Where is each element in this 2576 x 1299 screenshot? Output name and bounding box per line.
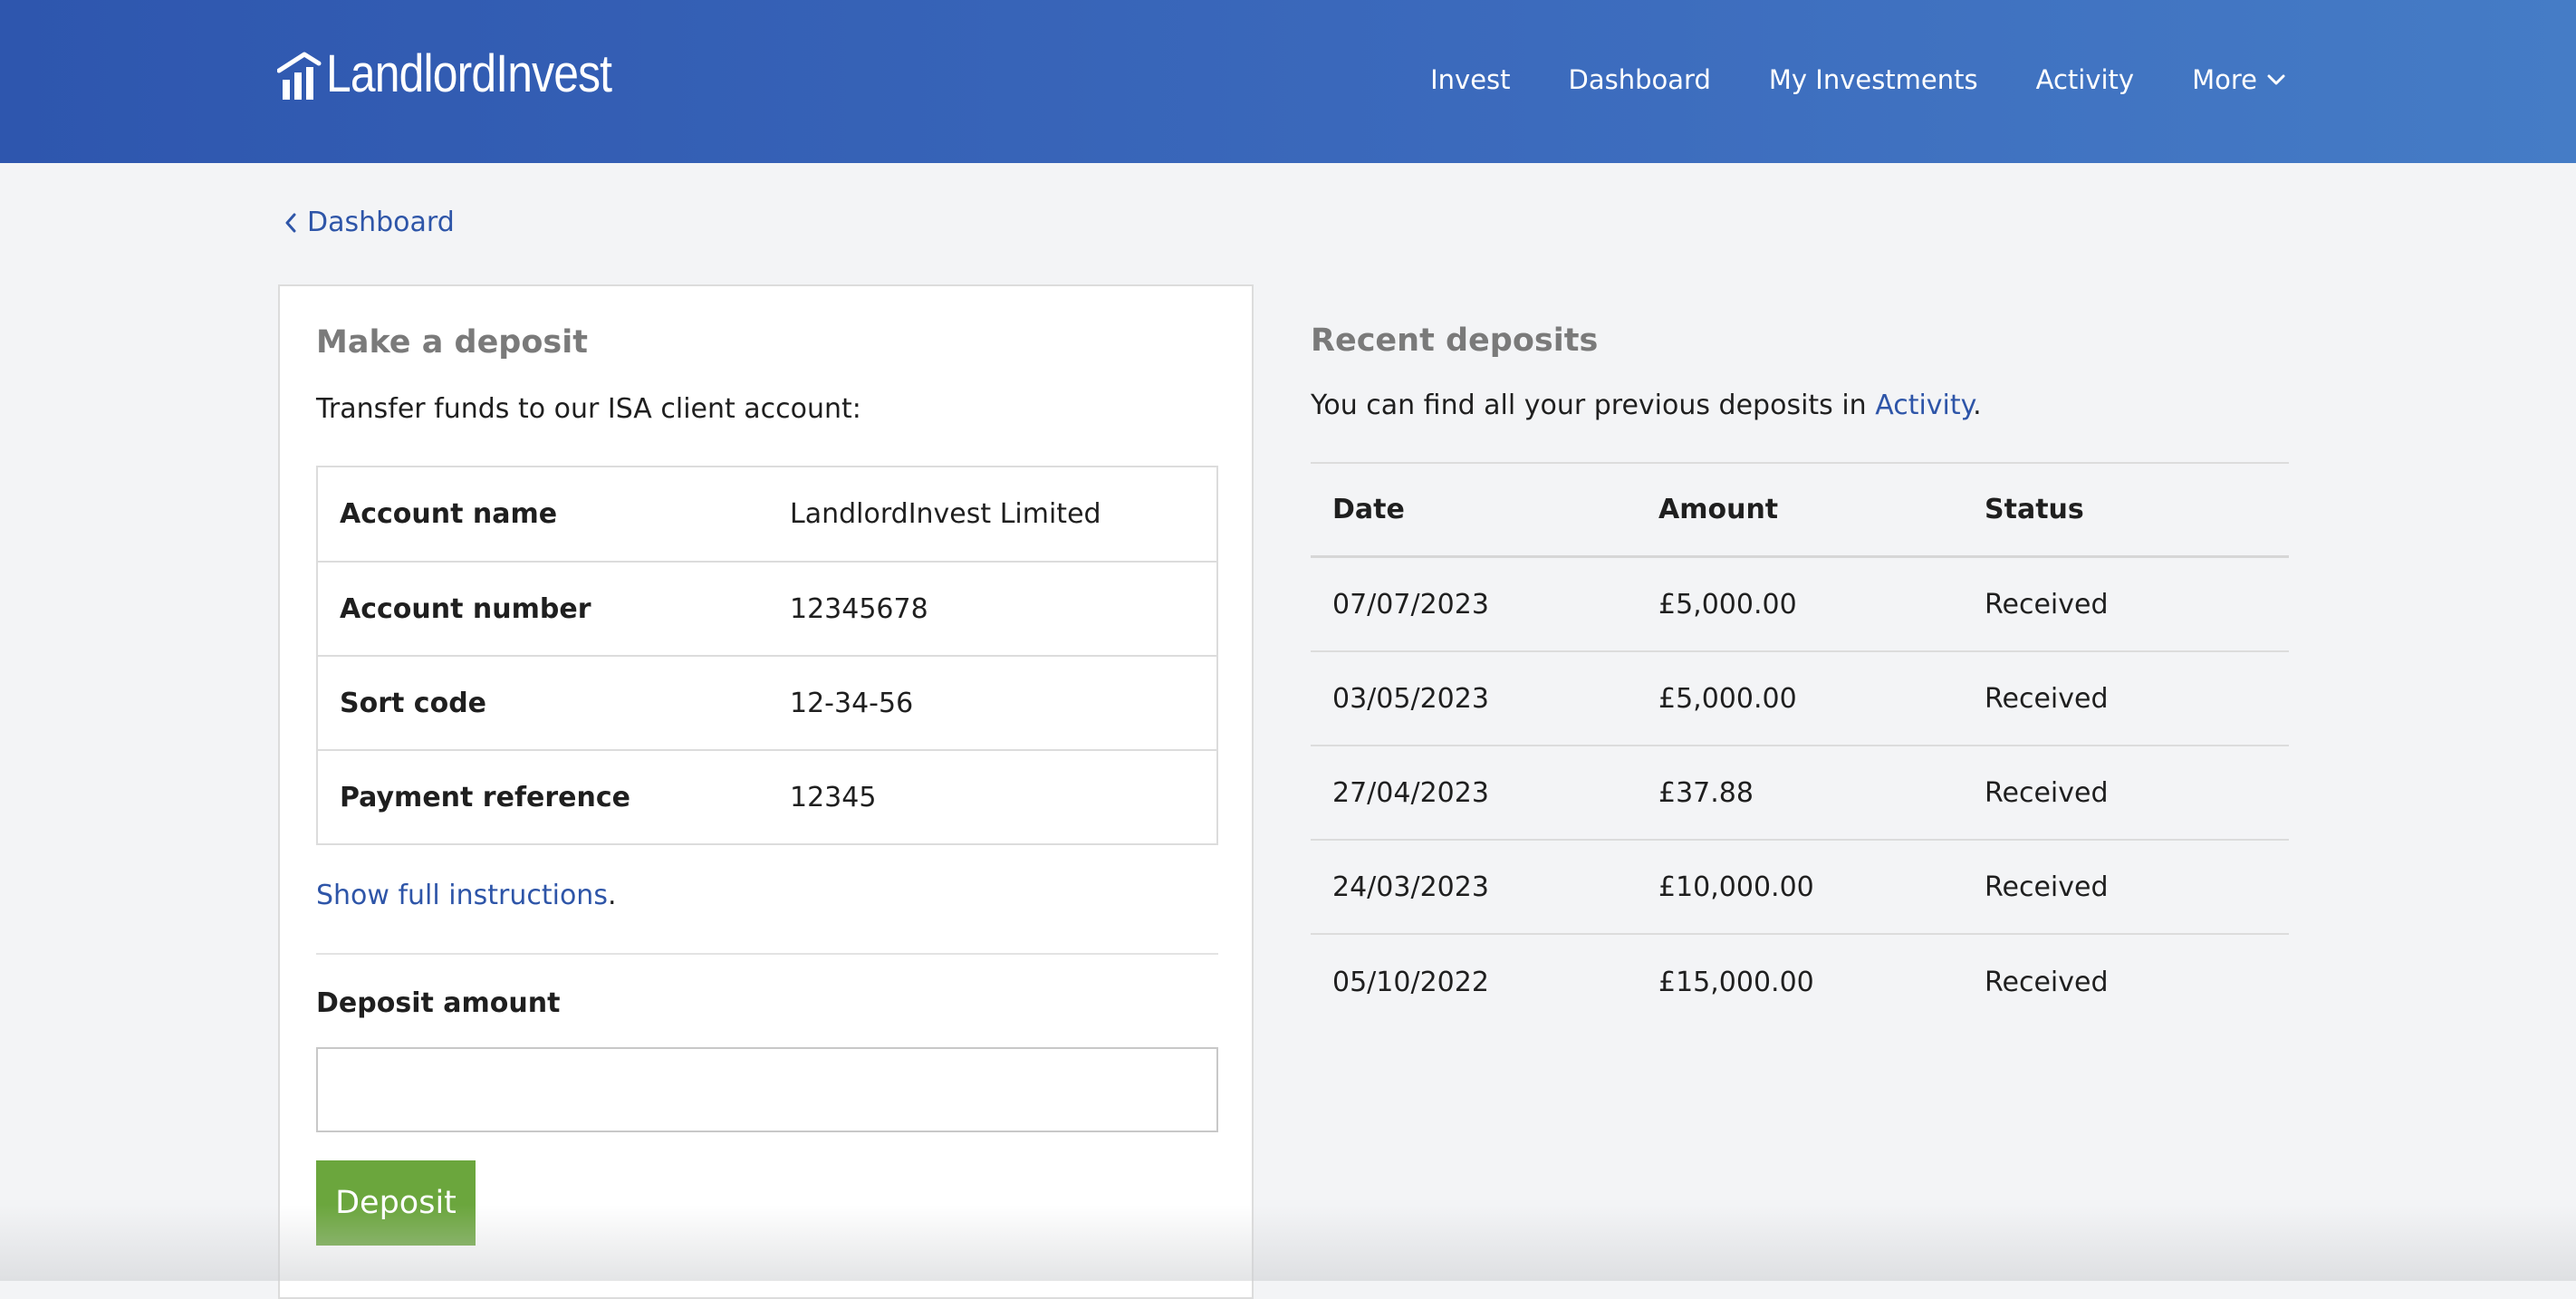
deposit-date: 05/10/2022 <box>1332 966 1489 998</box>
payment-reference-label: Payment reference <box>340 781 630 813</box>
table-row: 07/07/2023 £5,000.00 Received <box>1311 558 2289 652</box>
instructions-text: Show full instructions. <box>316 880 617 911</box>
back-link-label: Dashboard <box>307 207 455 238</box>
recent-intro-suffix: . <box>1973 390 1982 421</box>
account-number-row: Account number 12345678 <box>318 561 1216 655</box>
bar-chart-roof-icon <box>277 52 322 100</box>
nav-dashboard-label: Dashboard <box>1568 64 1711 95</box>
nav-dashboard[interactable]: Dashboard <box>1569 62 1711 98</box>
table-row: 05/10/2022 £15,000.00 Received <box>1311 935 2289 1029</box>
nav-more-label: More <box>2192 64 2257 95</box>
deposit-amount: £15,000.00 <box>1658 966 1814 998</box>
account-name-row: Account name LandlordInvest Limited <box>318 467 1216 561</box>
activity-link[interactable]: Activity <box>1875 390 1973 421</box>
recent-deposits-title: Recent deposits <box>1311 322 1599 359</box>
logo-text: LandlordInvest <box>326 44 612 103</box>
chevron-left-icon <box>285 213 296 233</box>
sort-code-value: 12-34-56 <box>790 687 914 719</box>
column-header-date: Date <box>1332 494 1405 525</box>
deposit-amount-label: Deposit amount <box>316 987 561 1019</box>
recent-deposits-intro: You can find all your previous deposits … <box>1311 390 1982 421</box>
nav-my-investments-label: My Investments <box>1768 64 1978 95</box>
make-deposit-card: Make a deposit Transfer funds to our ISA… <box>278 284 1254 1299</box>
deposit-amount: £10,000.00 <box>1658 871 1814 903</box>
recent-intro-prefix: You can find all your previous deposits … <box>1311 390 1876 421</box>
make-deposit-title: Make a deposit <box>316 324 588 361</box>
deposit-status: Received <box>1985 588 2109 621</box>
nav-invest-label: Invest <box>1430 64 1511 95</box>
deposit-status: Received <box>1985 682 2109 715</box>
back-to-dashboard-link[interactable]: Dashboard <box>284 205 455 241</box>
logo[interactable]: LandlordInvest <box>277 47 658 101</box>
transfer-intro-text: Transfer funds to our ISA client account… <box>316 393 861 425</box>
deposit-status: Received <box>1985 966 2109 998</box>
account-name-label: Account name <box>340 498 558 530</box>
nav-activity-label: Activity <box>2035 64 2135 95</box>
column-header-amount: Amount <box>1658 494 1779 525</box>
deposit-date: 27/04/2023 <box>1332 776 1489 809</box>
payment-reference-value: 12345 <box>790 781 877 813</box>
card-divider <box>316 953 1218 955</box>
show-full-instructions-link[interactable]: Show full instructions <box>316 880 608 911</box>
table-row: 24/03/2023 £10,000.00 Received <box>1311 841 2289 935</box>
chevron-down-icon <box>2267 74 2285 85</box>
column-header-status: Status <box>1985 494 2084 525</box>
nav-invest[interactable]: Invest <box>1430 62 1510 98</box>
deposit-date: 07/07/2023 <box>1332 588 1489 621</box>
account-details-table: Account name LandlordInvest Limited Acco… <box>316 466 1218 845</box>
sort-code-label: Sort code <box>340 687 487 719</box>
recent-deposits-table: Date Amount Status 07/07/2023 £5,000.00 … <box>1311 462 2289 1029</box>
deposit-status: Received <box>1985 871 2109 903</box>
table-header-row: Date Amount Status <box>1311 464 2289 558</box>
account-number-value: 12345678 <box>790 592 928 625</box>
deposit-amount: £5,000.00 <box>1658 588 1797 621</box>
main-nav: Invest Dashboard My Investments Activity… <box>1430 62 2286 98</box>
deposit-amount-input[interactable] <box>316 1047 1218 1132</box>
table-row: 03/05/2023 £5,000.00 Received <box>1311 652 2289 746</box>
nav-more-dropdown[interactable]: More <box>2192 62 2286 98</box>
sort-code-row: Sort code 12-34-56 <box>318 655 1216 749</box>
nav-my-investments[interactable]: My Investments <box>1769 62 1978 98</box>
table-row: 27/04/2023 £37.88 Received <box>1311 746 2289 841</box>
top-header: LandlordInvest Invest Dashboard My Inves… <box>0 0 2576 163</box>
account-name-value: LandlordInvest Limited <box>790 498 1101 530</box>
deposit-button[interactable]: Deposit <box>316 1160 476 1246</box>
deposit-status: Received <box>1985 776 2109 809</box>
account-number-label: Account number <box>340 592 591 625</box>
deposit-amount: £37.88 <box>1658 776 1754 809</box>
nav-activity[interactable]: Activity <box>2036 62 2134 98</box>
deposit-date: 03/05/2023 <box>1332 682 1489 715</box>
instructions-suffix: . <box>607 880 617 911</box>
deposit-amount: £5,000.00 <box>1658 682 1797 715</box>
deposit-date: 24/03/2023 <box>1332 871 1489 903</box>
payment-reference-row: Payment reference 12345 <box>318 749 1216 843</box>
